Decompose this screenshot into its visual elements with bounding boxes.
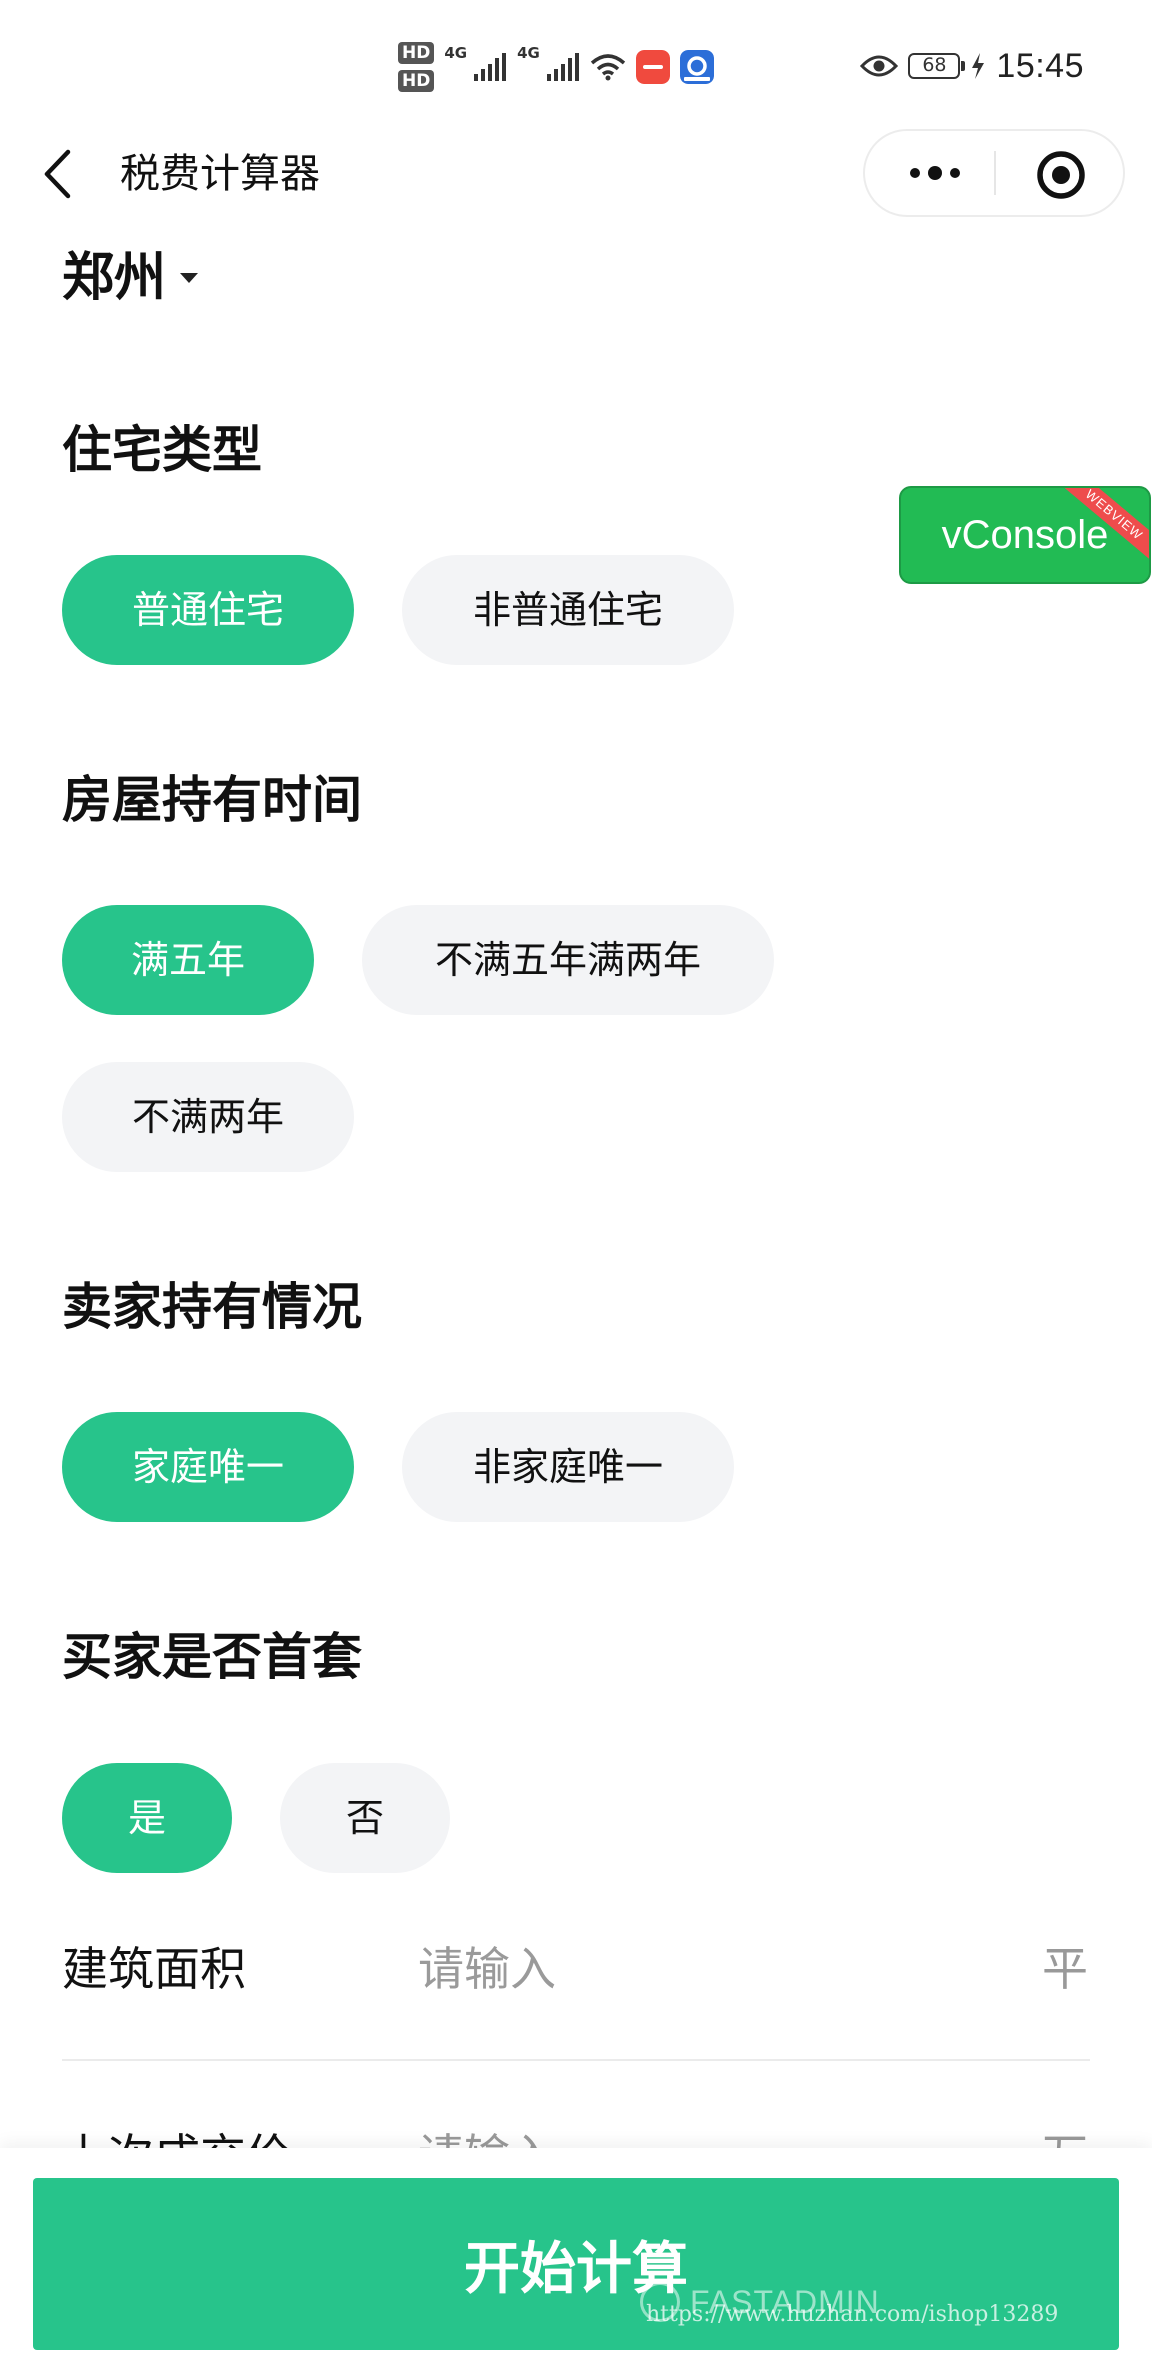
- watermark-url: https://www.huzhan.com/ishop13289: [646, 2302, 1059, 2327]
- area-label: 建筑面积: [62, 1942, 246, 1996]
- hd-badges: HD HD: [398, 42, 435, 92]
- vconsole-label: vConsole: [941, 513, 1109, 557]
- battery-icon: 68: [908, 53, 966, 79]
- signal-icon: [474, 53, 507, 81]
- clock: 15:45: [996, 46, 1084, 85]
- status-bar: HD HD 4G 4G 68 15:45: [0, 0, 1152, 130]
- vconsole-button[interactable]: vConsole WEBVIEW: [899, 486, 1151, 584]
- section-title-house-type: 住宅类型: [62, 421, 262, 479]
- section-title-seller-status: 卖家持有情况: [62, 1278, 362, 1336]
- more-menu-button[interactable]: [903, 153, 967, 193]
- row-divider: [62, 2059, 1090, 2061]
- option-under-two-years[interactable]: 不满两年: [62, 1062, 354, 1172]
- capsule-divider: [994, 151, 996, 195]
- page-title: 税费计算器: [120, 151, 320, 197]
- mini-program-capsule: [863, 129, 1125, 217]
- option-non-ordinary-house[interactable]: 非普通住宅: [402, 555, 734, 665]
- section-title-buyer-first-home: 买家是否首套: [62, 1628, 362, 1686]
- chevron-left-icon[interactable]: [38, 146, 78, 202]
- status-right: 68 15:45: [860, 44, 1084, 88]
- area-unit: 平: [1042, 1942, 1088, 1996]
- option-not-family-only-home[interactable]: 非家庭唯一: [402, 1412, 734, 1522]
- wifi-icon: [590, 54, 625, 81]
- hd-badge-1: HD: [398, 42, 435, 64]
- option-no[interactable]: 否: [280, 1763, 450, 1873]
- eye-icon: [860, 55, 899, 77]
- network-type-2: 4G: [517, 44, 540, 62]
- more-dots-icon: [910, 166, 960, 180]
- city-name: 郑州: [62, 248, 167, 308]
- area-input[interactable]: [418, 1939, 978, 1999]
- bottom-action-bar: 开始计算: [0, 2148, 1152, 2376]
- option-yes[interactable]: 是: [62, 1763, 232, 1873]
- hd-badge-2: HD: [398, 70, 435, 92]
- option-two-to-five-years[interactable]: 不满五年满两年: [362, 905, 774, 1015]
- signal-icon: [546, 53, 579, 81]
- screen: HD HD 4G 4G 68 15:45 税费计算器 郑州 住宅类型 普通住宅 …: [0, 0, 1152, 2376]
- charging-icon: [972, 53, 985, 79]
- network-type-1: 4G: [444, 44, 468, 62]
- city-selector[interactable]: 郑州: [62, 246, 199, 310]
- caret-down-icon: [180, 273, 199, 283]
- option-family-only-home[interactable]: 家庭唯一: [62, 1412, 354, 1522]
- option-ordinary-house[interactable]: 普通住宅: [62, 555, 354, 665]
- target-circle-icon: [1037, 151, 1085, 199]
- app-icon: [679, 50, 714, 84]
- option-over-five-years[interactable]: 满五年: [62, 905, 314, 1015]
- status-indicators: HD HD 4G 4G: [398, 34, 714, 100]
- close-mini-program-button[interactable]: [1035, 149, 1087, 201]
- app-icon: [635, 50, 670, 84]
- section-title-holding-time: 房屋持有时间: [62, 771, 362, 829]
